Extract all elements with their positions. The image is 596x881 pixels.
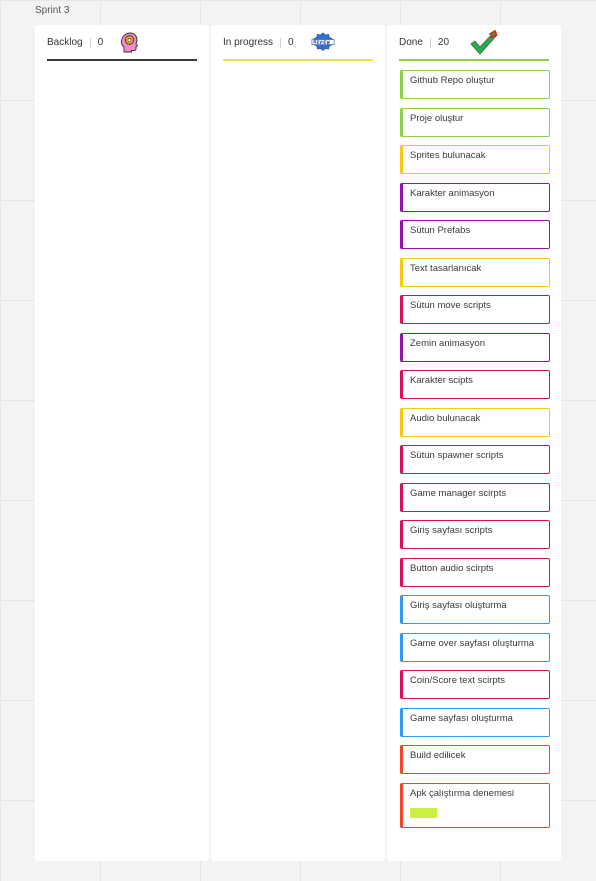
card-label: Game manager scirpts: [410, 487, 507, 499]
sticky-card[interactable]: Audio bulunacak: [400, 407, 550, 437]
card-label: Proje oluştur: [410, 112, 464, 124]
sticky-card[interactable]: Build edilicek: [400, 745, 550, 774]
card-label: Game over sayfası oluşturma: [410, 637, 535, 649]
card-label: Audio bulunacak: [410, 412, 481, 424]
done-card-list: Github Repo oluştur Proje oluştur Sprites …: [400, 70, 550, 836]
sticky-card[interactable]: Karakter scipts: [400, 370, 550, 399]
sticky-card[interactable]: Sprites bulunacak: [400, 145, 550, 174]
sticky-card[interactable]: Button audio scirpts: [400, 557, 550, 587]
card-label: Sütun spawner scripts: [410, 450, 504, 461]
column-underline: [399, 59, 549, 61]
column-backlog[interactable]: Backlog 0: [35, 25, 209, 861]
card-label: Karakter scipts: [410, 375, 473, 386]
column-in-progress[interactable]: In progress 0: [211, 25, 385, 861]
frame-title: Sprint 3: [35, 5, 70, 16]
header-divider: [280, 37, 282, 48]
column-underline: [47, 59, 197, 61]
column-header: Done 20: [399, 25, 549, 60]
sticky-card[interactable]: Game over sayfası oluşturma: [400, 632, 550, 662]
sticky-card[interactable]: Proje oluştur: [400, 107, 550, 137]
card-label: Zemin animasyon: [410, 337, 485, 349]
card-tag[interactable]: [410, 807, 437, 818]
card-label: Build edilicek: [410, 750, 466, 761]
column-underline: [223, 59, 373, 61]
column-count: 20: [437, 37, 450, 48]
checkmark-icon[interactable]: [469, 29, 499, 55]
column-count: 0: [97, 37, 104, 48]
sticky-card[interactable]: Game sayfası oluşturma: [400, 707, 550, 737]
sticky-card[interactable]: Coin/Score text scirpts: [400, 670, 550, 699]
column-header: Backlog 0: [47, 25, 197, 60]
sticky-card[interactable]: Giriş sayfası scripts: [400, 520, 550, 549]
sticky-card[interactable]: Sütun move scripts: [400, 295, 550, 324]
card-label: Sprites bulunacak: [410, 150, 486, 161]
sticky-card[interactable]: Sütun spawner scripts: [400, 445, 550, 474]
card-label: Sütun Prefabs: [410, 225, 471, 236]
card-label: Giriş sayfası scripts: [410, 525, 493, 536]
column-header: In progress 0: [223, 25, 373, 60]
sticky-card[interactable]: Github Repo oluştur: [400, 70, 550, 99]
column-title[interactable]: Done: [399, 37, 423, 48]
card-label: Giriş sayfası oluşturma: [410, 600, 507, 611]
sticky-card[interactable]: Game manager scirpts: [400, 482, 550, 512]
header-divider: [429, 37, 431, 48]
card-label: Apk çalıştırma denemesi: [410, 787, 515, 799]
sticky-card[interactable]: Giriş sayfası oluşturma: [400, 595, 550, 624]
card-label: Game sayfası oluşturma: [410, 712, 513, 724]
sticky-card[interactable]: Karakter animasyon: [400, 182, 550, 212]
sticky-card[interactable]: Sütun Prefabs: [400, 220, 550, 249]
card-label: Karakter animasyon: [410, 187, 495, 199]
review-badge-icon[interactable]: [311, 31, 335, 55]
sticky-card[interactable]: Text tasarlanıcak: [400, 257, 550, 287]
card-label: Github Repo oluştur: [410, 75, 495, 86]
card-label: Button audio scirpts: [410, 562, 494, 574]
card-label: Text tasarlanıcak: [410, 262, 482, 274]
card-label: Sütun move scripts: [410, 300, 491, 311]
column-title[interactable]: Backlog: [47, 37, 83, 48]
card-label: Coin/Score text scirpts: [410, 675, 506, 686]
sticky-card[interactable]: Zemin animasyon: [400, 332, 550, 362]
column-count: 0: [288, 37, 294, 48]
sticky-card[interactable]: Apk çalıştırma denemesi: [400, 782, 550, 828]
brain-icon[interactable]: [117, 31, 141, 55]
column-title[interactable]: In progress: [223, 37, 273, 48]
header-divider: [89, 37, 91, 48]
column-done[interactable]: Done 20 Github Repo oluştur Proje oluştur…: [387, 25, 561, 861]
